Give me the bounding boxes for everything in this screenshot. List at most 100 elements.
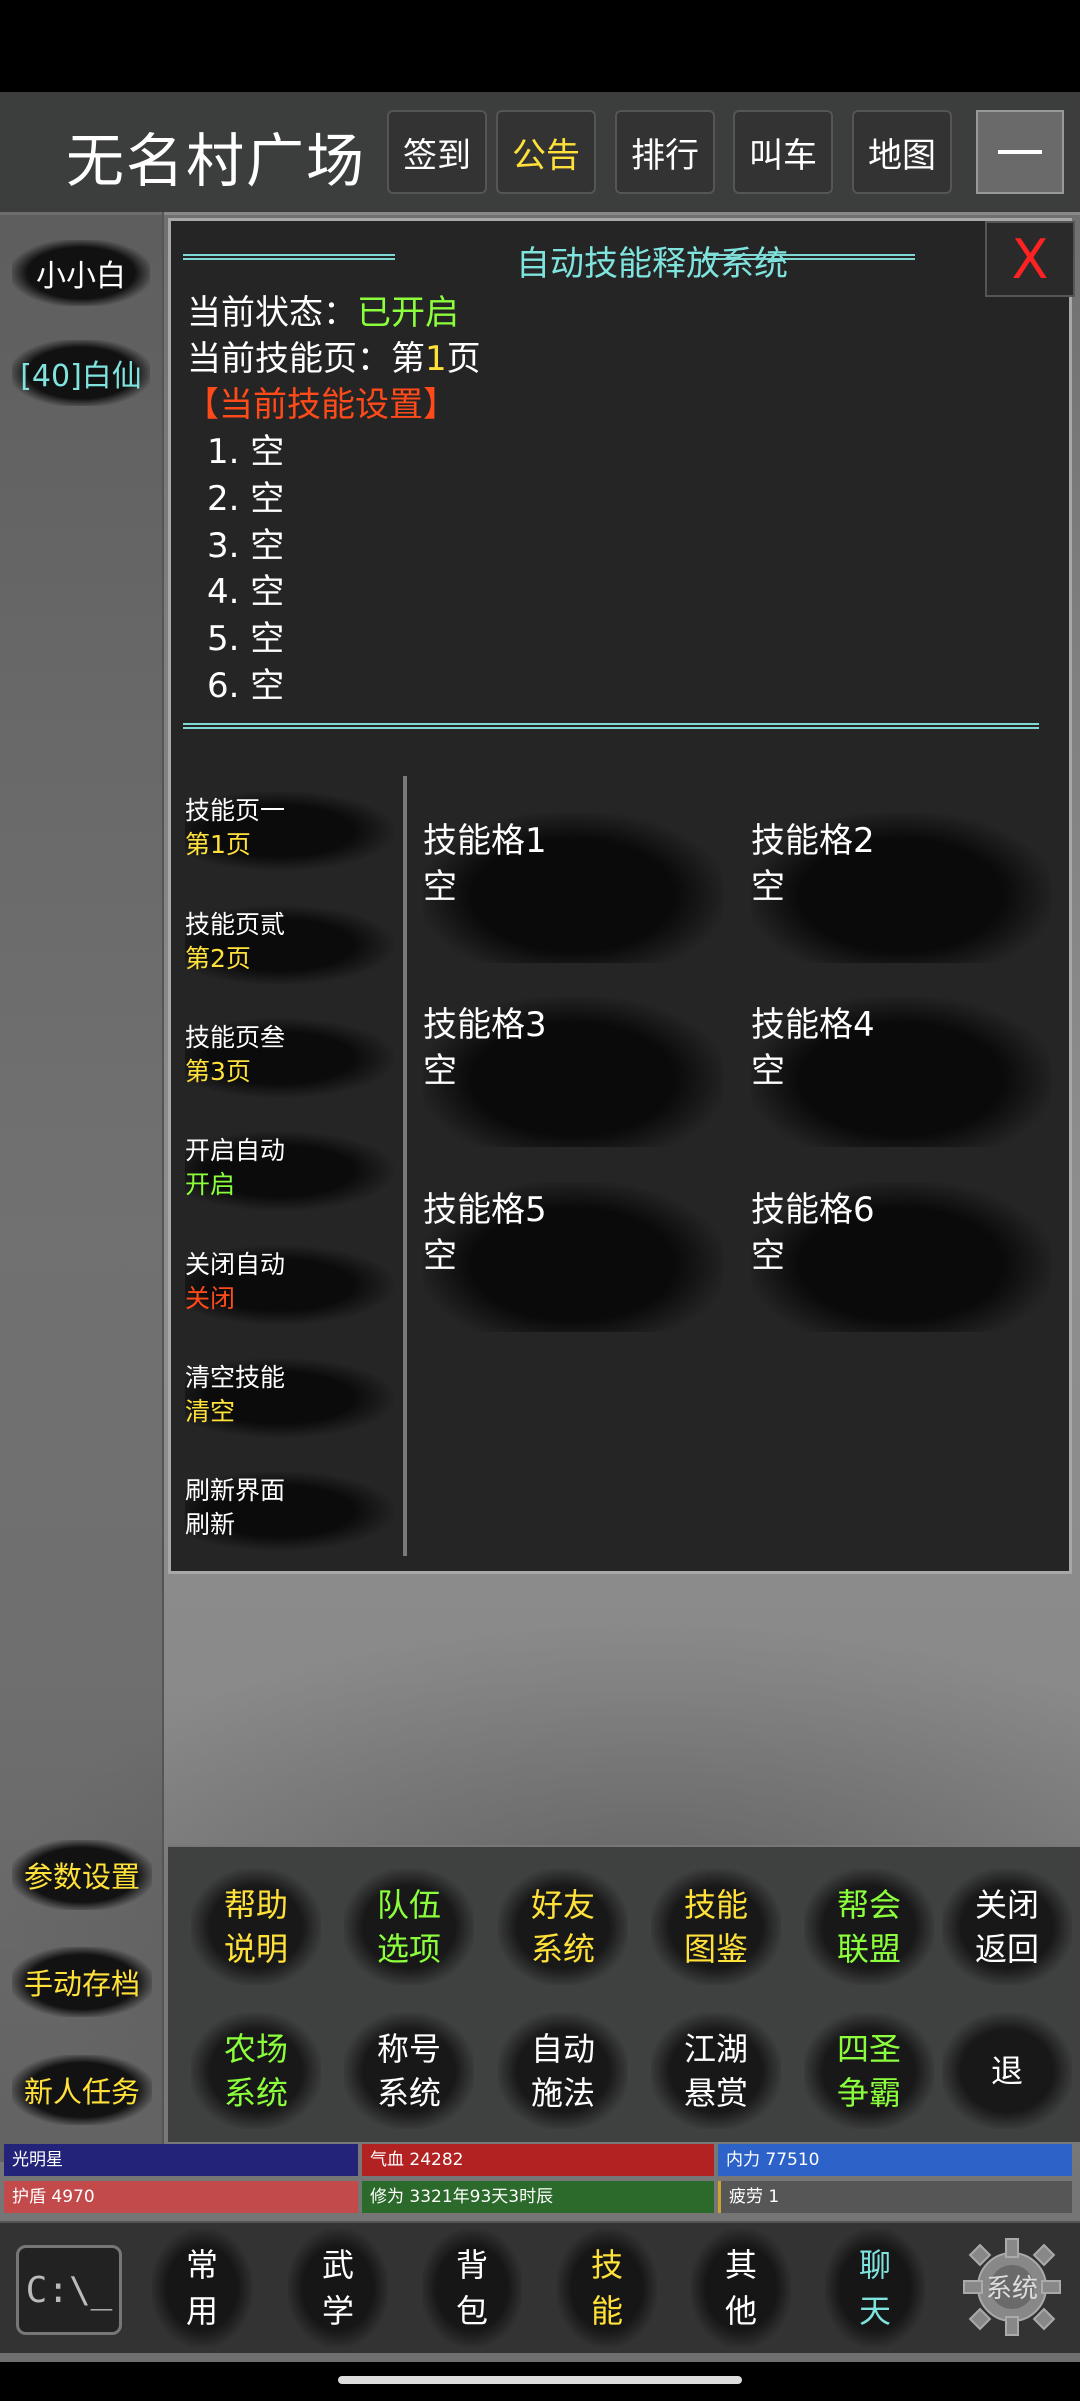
menu-action: 刷新 (185, 1510, 236, 1539)
btn-line: 好友 (530, 1886, 595, 1924)
top-bar: 无名村广场 签到 公告 排行 叫车 地图 (0, 92, 1080, 215)
skill-slot-5[interactable]: 技能格5 空 (423, 1182, 723, 1332)
nav-common[interactable]: 常用 (152, 2229, 252, 2347)
skill-page-2-button[interactable]: 技能页贰 第2页 (185, 905, 395, 985)
nav-bag[interactable]: 背包 (422, 2229, 522, 2347)
slot-value: 空 (751, 1236, 785, 1276)
player-name-bar: 光明星 (4, 2144, 358, 2176)
nav-line: 能 (590, 2292, 623, 2330)
menu-title: 刷新界面 (185, 1476, 286, 1505)
skill-slot-4[interactable]: 技能格4 空 (751, 997, 1051, 1147)
menu-action: 关闭 (185, 1284, 236, 1313)
nav-martial[interactable]: 武学 (288, 2229, 388, 2347)
newbie-quest-button[interactable]: 新人任务 (12, 2055, 152, 2125)
refresh-button[interactable]: 刷新界面 刷新 (185, 1471, 395, 1551)
friends-button[interactable]: 好友 系统 (498, 1869, 628, 1985)
slot-value: 空 (423, 1051, 457, 1091)
menu-action: 第3页 (185, 1057, 251, 1086)
player-name-button[interactable]: 小小白 (12, 240, 150, 306)
section-divider (183, 723, 1039, 729)
slot-name: 技能格5 (423, 1190, 547, 1230)
fatigue-bar: 疲劳 1 (718, 2181, 1072, 2213)
slot-value: 空 (423, 867, 457, 907)
map-button[interactable]: 地图 (852, 110, 952, 194)
skill-list-item: 2. 空 (207, 479, 285, 519)
close-button[interactable]: X (985, 221, 1075, 297)
skill-slot-3[interactable]: 技能格3 空 (423, 997, 723, 1147)
auto-skill-panel: 自动技能释放系统 X 当前状态：已开启 当前技能页：第1页 【当前技能设置】 1… (168, 218, 1075, 1574)
checkin-button[interactable]: 签到 (387, 110, 487, 194)
menu-title: 技能页贰 (185, 910, 286, 939)
bottom-nav: C:\_ 常用 武学 背包 技能 其他 聊天 系统 (0, 2221, 1080, 2353)
skill-slot-1[interactable]: 技能格1 空 (423, 813, 723, 963)
btn-line: 说明 (223, 1930, 288, 1968)
skill-page-1-button[interactable]: 技能页一 第1页 (185, 791, 395, 871)
team-button[interactable]: 队伍 选项 (344, 1869, 474, 1985)
enable-auto-button[interactable]: 开启自动 开启 (185, 1131, 395, 1211)
skill-page-3-button[interactable]: 技能页叁 第3页 (185, 1018, 395, 1098)
clear-skills-button[interactable]: 清空技能 清空 (185, 1358, 395, 1438)
bounty-button[interactable]: 江湖 悬赏 (651, 2013, 781, 2129)
four-saints-button[interactable]: 四圣 争霸 (804, 2013, 934, 2129)
minimize-button[interactable] (976, 110, 1064, 194)
skill-list-item: 4. 空 (207, 572, 285, 612)
status-line: 当前状态：已开启 (187, 285, 459, 334)
slot-name: 技能格6 (751, 1190, 875, 1230)
ranking-button[interactable]: 排行 (615, 110, 715, 194)
slot-value: 空 (423, 1236, 457, 1276)
slot-name: 技能格1 (423, 821, 547, 861)
btn-line: 系统 (223, 2074, 288, 2112)
panel-title: 自动技能释放系统 (516, 244, 788, 284)
btn-line: 选项 (376, 1930, 441, 1968)
nav-line: 用 (185, 2292, 218, 2330)
disable-auto-button[interactable]: 关闭自动 关闭 (185, 1245, 395, 1325)
auto-cast-button[interactable]: 自动 施法 (498, 2013, 628, 2129)
skill-list-item: 6. 空 (207, 666, 285, 706)
gear-icon[interactable]: 系统 (960, 2235, 1064, 2339)
menu-action: 清空 (185, 1397, 236, 1426)
skill-list-item: 3. 空 (207, 526, 285, 566)
home-indicator[interactable] (338, 2376, 742, 2384)
nav-line: 其 (724, 2246, 757, 2284)
nav-line: 天 (858, 2292, 891, 2330)
skill-slot-2[interactable]: 技能格2 空 (751, 813, 1051, 963)
btn-line: 图鉴 (683, 1930, 748, 1968)
page-label: 当前技能页：第 (187, 339, 425, 379)
slot-value: 空 (751, 1051, 785, 1091)
skill-codex-button[interactable]: 技能 图鉴 (651, 1869, 781, 1985)
menu-title: 关闭自动 (185, 1250, 286, 1279)
announcement-button[interactable]: 公告 (496, 110, 596, 194)
btn-line: 返回 (974, 1930, 1039, 1968)
nav-line: 学 (321, 2292, 354, 2330)
guild-button[interactable]: 帮会 联盟 (804, 1869, 934, 1985)
title-system-button[interactable]: 称号 系统 (344, 2013, 474, 2129)
btn-line: 技能 (683, 1886, 748, 1924)
close-return-button[interactable]: 关闭 返回 (942, 1869, 1072, 1985)
nav-skills[interactable]: 技能 (557, 2229, 657, 2347)
console-icon[interactable]: C:\_ (16, 2245, 122, 2335)
slot-name: 技能格2 (751, 821, 875, 861)
btn-line: 施法 (530, 2074, 595, 2112)
title-line-right (703, 254, 915, 260)
target-npc-button[interactable]: [40]白仙 (12, 340, 150, 406)
btn-line: 队伍 (376, 1886, 441, 1924)
settings-button[interactable]: 参数设置 (12, 1840, 152, 1910)
nav-other[interactable]: 其他 (691, 2229, 791, 2347)
nav-line: 武 (321, 2246, 354, 2284)
taxi-button[interactable]: 叫车 (733, 110, 833, 194)
btn-line: 系统 (376, 2074, 441, 2112)
farm-button[interactable]: 农场 系统 (191, 2013, 321, 2129)
exit-button[interactable]: 退 (942, 2013, 1072, 2129)
slot-name: 技能格3 (423, 1005, 547, 1045)
help-button[interactable]: 帮助 说明 (191, 1869, 321, 1985)
nav-line: 聊 (858, 2246, 891, 2284)
nav-chat[interactable]: 聊天 (825, 2229, 925, 2347)
status-label: 当前状态： (187, 293, 357, 333)
mp-bar: 内力 77510 (718, 2144, 1072, 2176)
nav-line: 背 (455, 2246, 488, 2284)
skill-slot-6[interactable]: 技能格6 空 (751, 1182, 1051, 1332)
menu-action: 第2页 (185, 944, 251, 973)
vertical-divider (403, 776, 407, 1556)
cultivation-bar: 修为 3321年93天3时辰 (362, 2181, 714, 2213)
manual-save-button[interactable]: 手动存档 (12, 1947, 152, 2017)
